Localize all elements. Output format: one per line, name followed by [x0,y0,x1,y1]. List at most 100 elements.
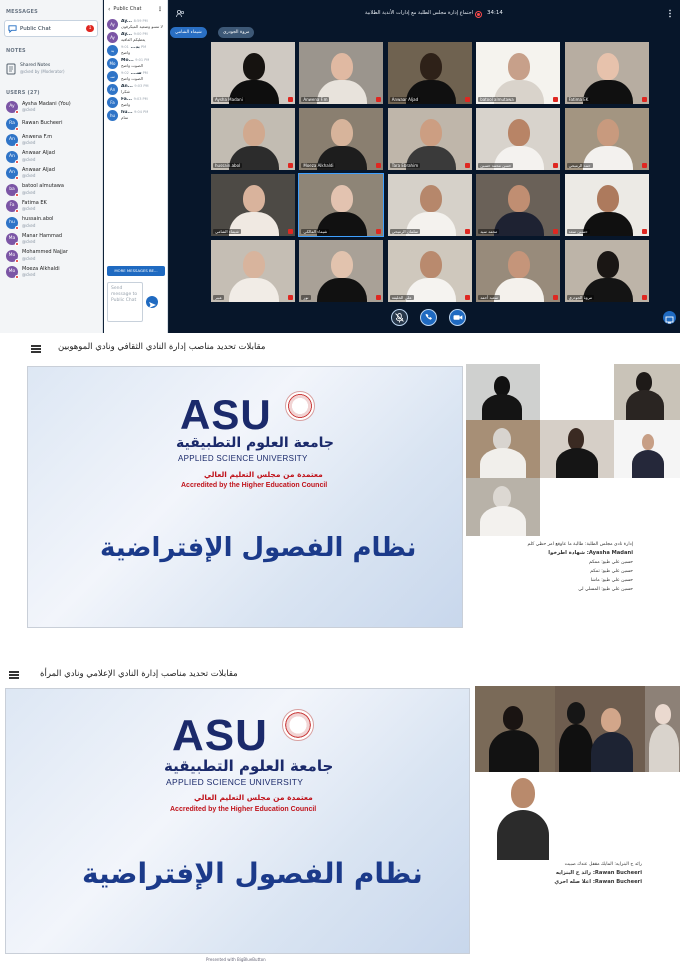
message-text: شكرا [121,89,130,94]
chevron-left-icon[interactable]: ‹ [108,6,110,13]
avatar: Ay [6,101,19,115]
user-role: @cked [22,206,36,212]
avatar: An [6,134,19,148]
more-messages-button[interactable]: MORE MESSAGES BE... [107,266,165,276]
accreditation-ar: معتمدة من مجلس التعليم العالي [204,470,323,479]
options-icon[interactable] [667,9,673,18]
mic-muted-icon [641,163,647,168]
chat-message: بد بد... 9:01 PM واضح [104,44,167,57]
user-role: @cked [22,173,36,179]
video-tile[interactable]: حمد الرميحي [563,107,650,171]
menu-icon[interactable] [31,345,41,353]
webcam-tile [540,420,614,478]
video-tile[interactable]: حسن محمد حسين [475,107,562,171]
menu-icon[interactable] [9,671,19,679]
mic-status-icon [15,209,19,214]
mute-button[interactable] [391,309,408,326]
camera-icon [453,315,463,320]
avatar-initials: Fa [9,203,15,209]
mic-muted-icon [288,295,293,300]
mic-muted-icon [288,97,293,102]
avatar: ba [6,183,19,197]
user-item[interactable]: Mo Mohammed Najjar @cked [0,248,102,265]
chat-messages: Ay Ay... 8:59 PM لا تنسو وضعية الميكرفون… [104,18,167,122]
send-button[interactable] [146,296,158,308]
users-toggle-icon[interactable] [176,9,185,18]
camera-button[interactable] [449,309,466,326]
video-tile[interactable]: Moeza Alkhaldi [298,107,385,171]
user-role: @cked [22,255,36,261]
chat-line: Rawan Bucheeri: رائد ح البنزايه [555,870,642,876]
user-role: @cked [22,272,36,278]
video-tile[interactable]: hussain.abol [210,107,296,171]
avatar-initials: بد [110,48,115,53]
avatar: Mo [6,266,19,280]
participant-name: Fatima EK [566,97,591,102]
participant-name: نور [301,295,311,300]
video-tile[interactable]: Aysha Madani [210,41,296,105]
screen-icon [665,316,674,324]
user-item[interactable]: An Anwaar Aljad @cked [0,149,102,166]
sidebar: MESSAGES Public Chat 1 NOTES Shared Note… [0,0,103,333]
user-item[interactable]: Mo Moeza Alkhaldi @cked [0,264,102,281]
mic-muted-icon [464,229,470,234]
recording-icon[interactable] [475,11,482,18]
video-tile[interactable]: Tara Ebrahim [386,107,473,171]
message-text: واضح [121,102,131,107]
webcam-tile [645,686,680,772]
video-tile[interactable]: batool almutawa [475,41,562,105]
user-item[interactable]: hu hussain.abol @cked [0,215,102,232]
mic-status-icon [15,126,19,131]
avatar-initials: Mo [109,61,116,66]
user-item[interactable]: Ra Rawan Bucheeri [0,116,102,133]
participant-name: علي الخليفة [389,295,414,300]
university-seal [285,391,315,421]
kebab-menu-icon[interactable]: ⋮ [157,6,163,13]
user-item[interactable]: ba batool almutawa @cked [0,182,102,199]
video-tile[interactable]: نور [298,239,385,303]
video-tile[interactable]: شيماء المالكي [298,173,385,237]
video-tile[interactable]: عبير [210,239,296,303]
avatar-initials: سـ [110,74,115,79]
message-input[interactable]: Send message to Public Chat [107,282,143,322]
video-tile[interactable]: Fatima EK [563,41,650,105]
user-item[interactable]: Fa Fatima EK @cked [0,198,102,215]
avatar: Ma [6,233,19,247]
public-chat-item[interactable]: Public Chat 1 [4,20,98,37]
avatar-initials: Ma [8,236,16,242]
video-tile[interactable]: محمد سيد [475,173,562,237]
message-time: 9:03 PM [133,97,148,101]
video-tile[interactable]: حسين سعد [563,173,650,237]
video-tile[interactable]: مروة الجودري [563,239,650,303]
unread-badge: 1 [86,25,94,32]
user-list: Ay Aysha Madani (You) @cked Ra Rawan Buc… [0,99,102,281]
video-tile[interactable]: Anwena F.m [298,41,385,105]
mic-muted-icon [641,229,647,234]
video-tile[interactable]: علي الخليفة [386,239,473,303]
chat-header: ‹ Public Chat ⋮ [104,0,167,18]
university-name-en: APPLIED SCIENCE UNIVERSITY [178,454,308,463]
user-item[interactable]: Ma Manar Hammad @cked [0,231,102,248]
user-item[interactable]: An Anwena F.m @cked [0,132,102,149]
chat-title: Public Chat [113,6,142,12]
mic-status-icon [15,143,19,148]
avatar-initials: Ra [9,120,15,126]
avatar: سـ [107,71,118,82]
video-tile[interactable]: سلمان الرميحي [386,173,473,237]
user-item[interactable]: Ay Aysha Madani (You) @cked [0,99,102,116]
video-tile[interactable]: Anwaar Aljad [386,41,473,105]
shared-notes-item[interactable]: Shared Notes @cked by (Moderator) [6,59,96,79]
layout-button[interactable] [663,311,676,324]
participant-name: Moeza Alkhaldi [301,163,336,168]
user-role: @cked [22,222,36,228]
avatar-initials: ba [9,186,15,192]
mic-muted-icon [376,97,382,102]
mic-status-icon [15,258,19,263]
video-tile[interactable]: سعيد أحمد [475,239,562,303]
recording-timer: 34:14 [487,10,503,16]
mic-muted-icon [553,295,559,300]
video-tile[interactable]: شيماء الشامي [210,173,296,237]
leave-audio-button[interactable] [420,309,437,326]
user-item[interactable]: An Anwaar Aljad @cked [0,165,102,182]
participant-name: شيماء المالكي [301,229,330,234]
